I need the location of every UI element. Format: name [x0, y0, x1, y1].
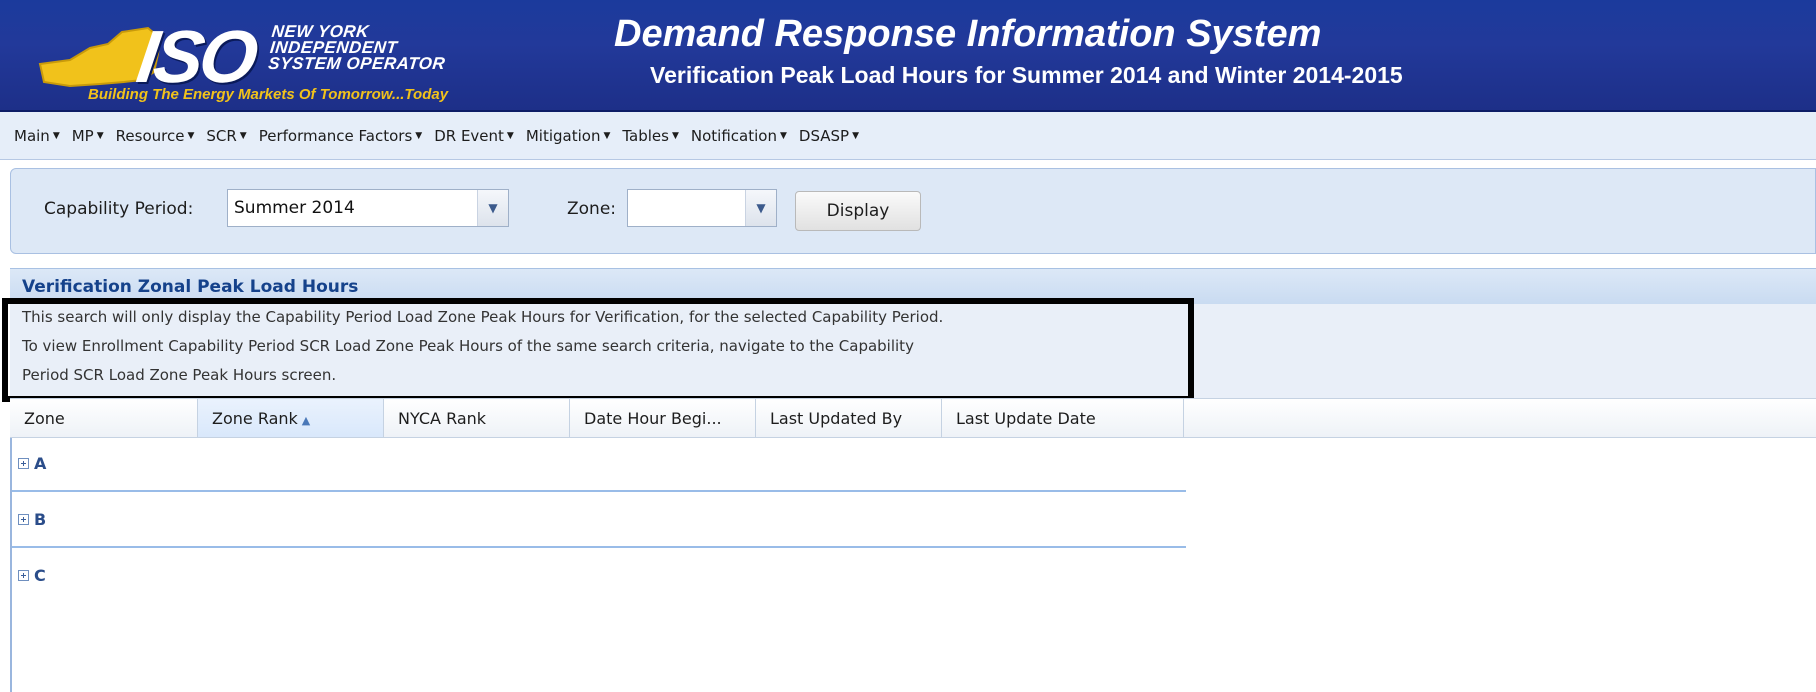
zone-label: Zone: — [567, 199, 617, 219]
menu-dr-event[interactable]: DR Event ▼ — [434, 127, 514, 145]
chevron-down-icon: ▼ — [187, 130, 195, 141]
chevron-down-icon[interactable]: ▼ — [477, 190, 508, 226]
menu-mp[interactable]: MP ▼ — [72, 127, 104, 145]
capability-period-select[interactable]: Summer 2014 ▼ — [227, 189, 509, 227]
chevron-down-icon: ▼ — [52, 130, 60, 141]
column-last-update-date-label: Last Update Date — [956, 409, 1096, 428]
column-header-last-update-date[interactable]: Last Update Date — [942, 399, 1184, 437]
column-header-nyca-rank[interactable]: NYCA Rank — [384, 399, 570, 437]
column-header-zone-rank[interactable]: Zone Rank ▲ — [198, 399, 384, 437]
zone-select[interactable]: ▼ — [627, 189, 777, 227]
chevron-down-icon: ▼ — [779, 130, 787, 141]
page-subtitle: Verification Peak Load Hours for Summer … — [650, 62, 1403, 88]
expand-plus-icon[interactable] — [18, 570, 29, 581]
capability-period-value: Summer 2014 — [234, 198, 355, 218]
column-zone-label: Zone — [24, 409, 65, 428]
menu-notification-label: Notification — [690, 126, 777, 145]
grid-body: A B C — [10, 438, 1816, 692]
group-row-c[interactable]: C — [12, 550, 1186, 604]
chevron-down-icon: ▼ — [239, 130, 247, 141]
app-header: ISO NEW YORK INDEPENDENT SYSTEM OPERATOR… — [0, 0, 1816, 112]
column-date-hour-label: Date Hour Begi... — [584, 409, 722, 428]
menu-scr-label: SCR — [206, 126, 237, 145]
app-title: Demand Response Information System — [614, 13, 1322, 55]
capability-period-label: Capability Period: — [44, 199, 194, 219]
group-name: C — [34, 566, 46, 585]
section-title: Verification Zonal Peak Load Hours — [22, 277, 359, 297]
display-button[interactable]: Display — [795, 191, 921, 231]
menu-resource-label: Resource — [115, 126, 185, 145]
column-zone-rank-label: Zone Rank — [212, 409, 298, 428]
chevron-down-icon: ▼ — [506, 130, 514, 141]
logo-tagline: Building The Energy Markets Of Tomorrow.… — [88, 86, 449, 103]
sort-ascending-icon: ▲ — [301, 414, 311, 427]
column-header-last-updated-by[interactable]: Last Updated By — [756, 399, 942, 437]
expand-plus-icon[interactable] — [18, 514, 29, 525]
search-filter-panel: Capability Period: Summer 2014 ▼ Zone: ▼… — [10, 168, 1816, 254]
chevron-down-icon: ▼ — [603, 130, 611, 141]
menu-scr[interactable]: SCR ▼ — [206, 127, 246, 145]
logo-iso-text: ISO — [132, 15, 260, 98]
column-nyca-rank-label: NYCA Rank — [398, 409, 487, 428]
chevron-down-icon: ▼ — [852, 130, 860, 141]
menu-tables[interactable]: Tables ▼ — [622, 127, 679, 145]
menu-dr-event-label: DR Event — [434, 126, 504, 145]
expand-plus-icon[interactable] — [18, 458, 29, 469]
menu-mitigation-label: Mitigation — [525, 126, 601, 145]
logo-org-name: NEW YORK INDEPENDENT SYSTEM OPERATOR — [267, 22, 447, 73]
chevron-down-icon[interactable]: ▼ — [745, 190, 776, 226]
group-name: A — [34, 454, 47, 473]
menu-dsasp-label: DSASP — [798, 126, 850, 145]
menu-mp-label: MP — [71, 126, 94, 145]
nyiso-logo: ISO NEW YORK INDEPENDENT SYSTEM OPERATOR… — [30, 15, 570, 108]
menu-main-label: Main — [14, 126, 50, 145]
menu-performance-factors[interactable]: Performance Factors ▼ — [259, 127, 422, 145]
main-menu-bar: Main ▼ MP ▼ Resource ▼ SCR ▼ Performance Fac… — [0, 112, 1816, 160]
column-header-zone[interactable]: Zone — [10, 399, 198, 437]
menu-tables-label: Tables — [622, 126, 669, 145]
menu-dsasp[interactable]: DSASP ▼ — [799, 127, 859, 145]
column-last-updated-by-label: Last Updated By — [770, 409, 903, 428]
notice-highlight-box — [2, 298, 1194, 402]
group-row-b[interactable]: B — [12, 494, 1186, 548]
grid-header: Zone Zone Rank ▲ NYCA Rank Date Hour Begi… — [10, 398, 1816, 438]
group-name: B — [34, 510, 47, 529]
chevron-down-icon: ▼ — [671, 130, 679, 141]
menu-mitigation[interactable]: Mitigation ▼ — [526, 127, 611, 145]
menu-main[interactable]: Main ▼ — [14, 127, 60, 145]
chevron-down-icon: ▼ — [415, 130, 423, 141]
column-header-date-hour-beginning[interactable]: Date Hour Begi... — [570, 399, 756, 437]
menu-performance-factors-label: Performance Factors — [258, 126, 413, 145]
chevron-down-icon: ▼ — [96, 130, 104, 141]
group-row-a[interactable]: A — [12, 438, 1186, 492]
menu-notification[interactable]: Notification ▼ — [691, 127, 787, 145]
menu-resource[interactable]: Resource ▼ — [116, 127, 195, 145]
